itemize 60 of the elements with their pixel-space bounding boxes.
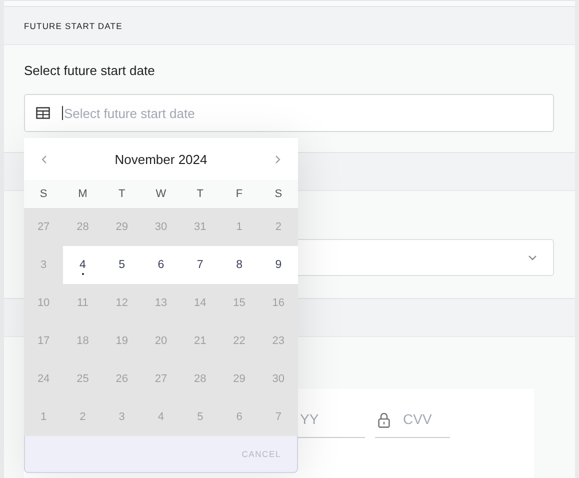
calendar-icon (36, 107, 50, 119)
calendar-day[interactable]: 18 (63, 322, 102, 360)
calendar-day[interactable]: 24 (24, 360, 64, 398)
calendar-day[interactable]: 27 (141, 360, 181, 398)
calendar-day[interactable]: 27 (24, 208, 64, 246)
calendar-day[interactable]: 1 (220, 208, 259, 246)
lock-icon (378, 412, 390, 428)
calendar-day[interactable]: 17 (24, 322, 64, 360)
weekday-label: W (156, 188, 166, 200)
calendar-day[interactable]: 4 (141, 398, 181, 436)
calendar-day[interactable]: 1 (24, 398, 64, 436)
calendar-day[interactable]: 28 (180, 360, 220, 398)
calendar-day[interactable]: 21 (180, 322, 220, 360)
calendar-day[interactable]: 26 (102, 360, 142, 398)
weekday-label: M (78, 188, 88, 200)
month-title: November 2024 (114, 152, 208, 166)
calendar-day[interactable]: 8 (220, 246, 259, 284)
calendar-day[interactable]: 25 (63, 360, 102, 398)
calendar-day[interactable]: 7 (258, 398, 298, 436)
calendar-day[interactable]: 19 (102, 322, 142, 360)
calendar-day[interactable]: 6 (141, 246, 181, 284)
calendar-day[interactable]: 29 (220, 360, 259, 398)
chevron-right-icon[interactable] (275, 154, 281, 164)
weekday-label: T (196, 188, 204, 200)
calendar-day[interactable]: 14 (180, 284, 220, 322)
weekday-label: S (40, 188, 48, 200)
field-label: Select future start date (24, 63, 156, 80)
calendar-day[interactable]: 28 (63, 208, 102, 246)
weekday-label: S (274, 188, 282, 200)
calendar-day[interactable]: 16 (258, 284, 298, 322)
calendar-day[interactable]: 9 (258, 246, 298, 284)
calendar-day[interactable]: 2 (63, 398, 102, 436)
calendar-day[interactable]: 22 (220, 322, 259, 360)
weekday-label: T (118, 188, 126, 200)
calendar-day[interactable]: 30 (141, 208, 181, 246)
chevron-left-icon[interactable] (41, 154, 47, 164)
cancel-button[interactable]: CANCEL (240, 447, 283, 461)
calendar-day[interactable]: 3 (24, 246, 64, 284)
calendar-day[interactable]: 31 (180, 208, 220, 246)
calendar-day[interactable]: 13 (141, 284, 181, 322)
date-field[interactable]: Select future start date (24, 94, 554, 132)
calendar-day[interactable]: 12 (102, 284, 142, 322)
calendar-day[interactable]: 15 (220, 284, 259, 322)
calendar-day[interactable]: 11 (63, 284, 102, 322)
calendar-day[interactable]: 29 (102, 208, 142, 246)
calendar-day[interactable]: 23 (258, 322, 298, 360)
chevron-down-icon (528, 254, 537, 260)
calendar-day[interactable]: 7 (180, 246, 220, 284)
cvv-field[interactable]: CVV (375, 401, 450, 438)
calendar-day[interactable]: 5 (102, 246, 142, 284)
calendar-day[interactable]: 10 (24, 284, 64, 322)
calendar-day[interactable]: 6 (220, 398, 259, 436)
calendar-day[interactable]: 30 (258, 360, 298, 398)
section-title: FUTURE START DATE (24, 20, 122, 30)
calendar-day[interactable]: 2 (258, 208, 298, 246)
calendar-day[interactable]: 20 (141, 322, 181, 360)
calendar-day[interactable]: 4 (63, 246, 102, 284)
calendar-day[interactable]: 5 (180, 398, 220, 436)
weekday-label: F (236, 188, 243, 200)
calendar-day[interactable]: 3 (102, 398, 142, 436)
